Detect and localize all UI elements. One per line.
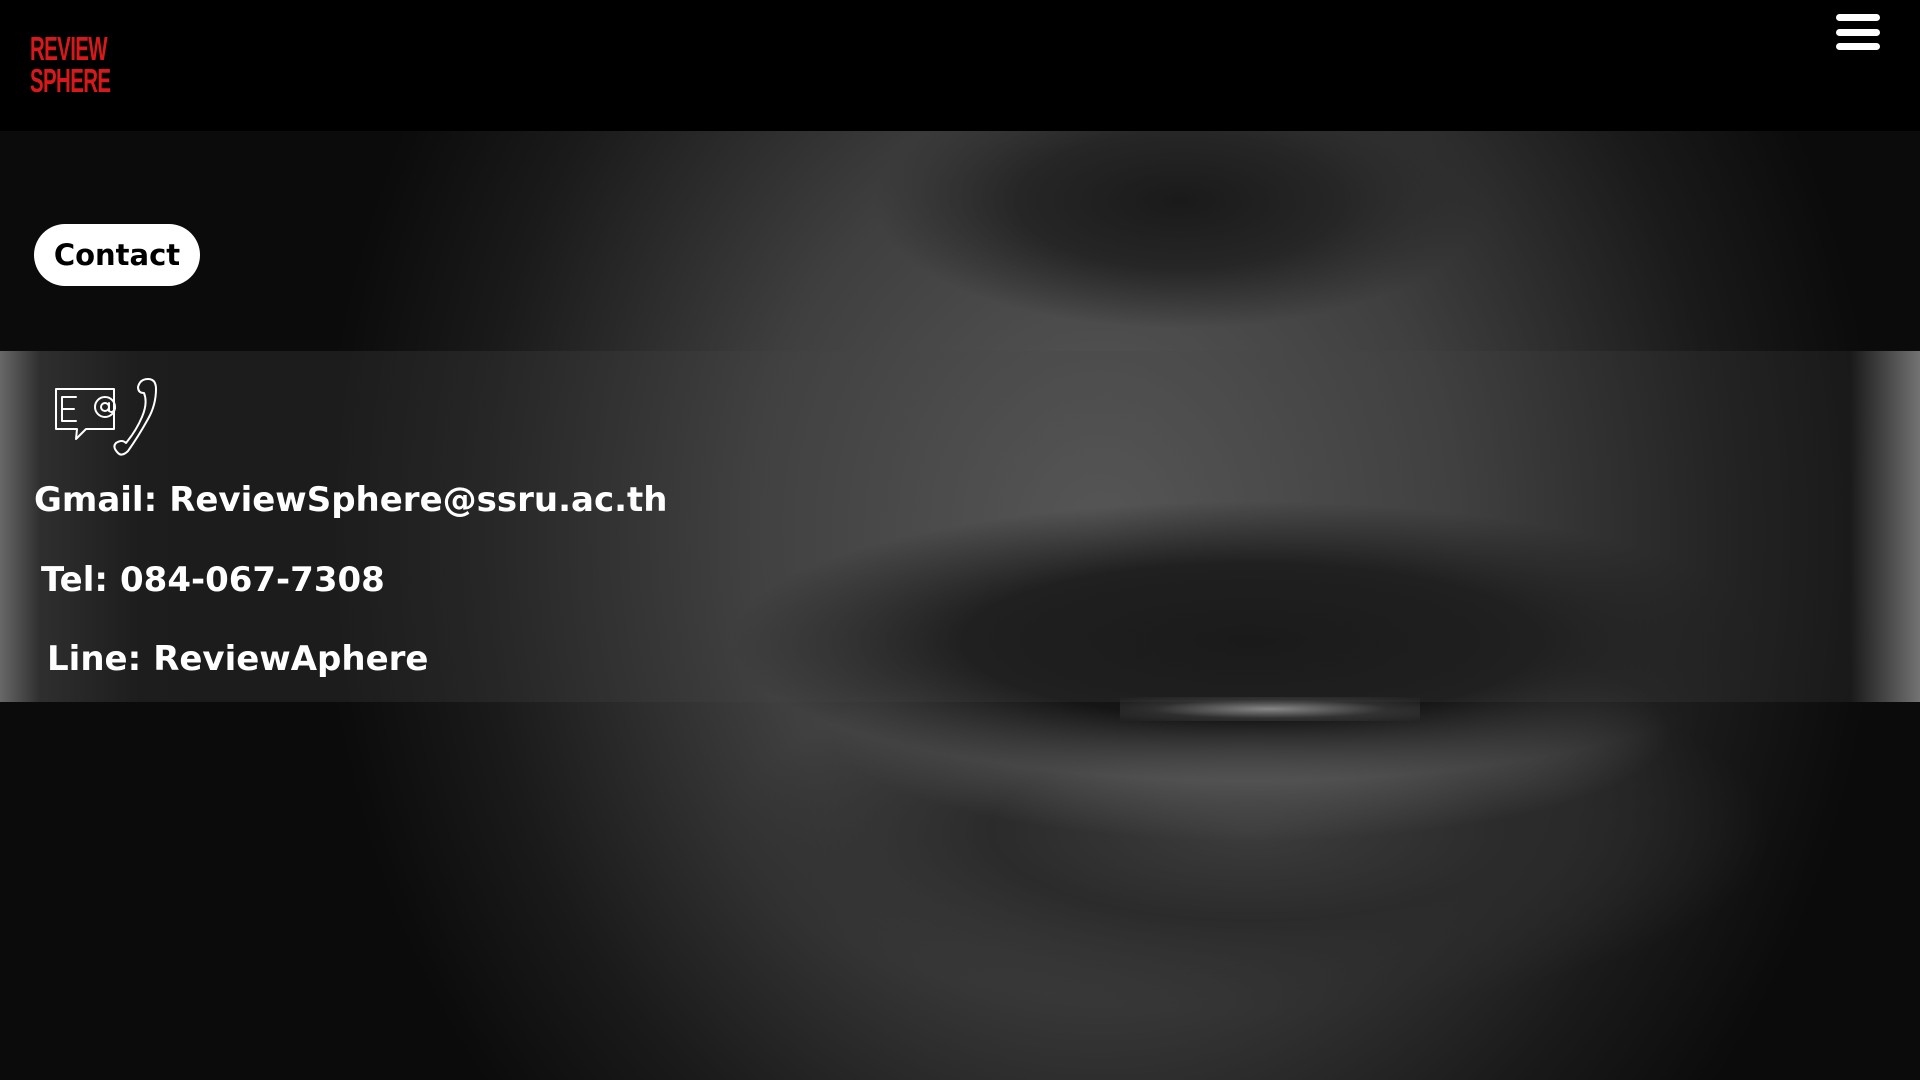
gmail-label: Gmail: [34,480,158,520]
gmail-value[interactable]: ReviewSphere@ssru.ac.th [169,480,667,520]
email-phone-icon [52,375,162,459]
hamburger-menu-icon[interactable] [1834,12,1882,52]
tel-label: Tel: [41,560,108,600]
logo-line-1: REVIEW [30,30,108,67]
contact-line: Line: ReviewAphere [47,639,428,679]
menu-bar [1836,14,1880,21]
logo[interactable]: REVIEW SPHERE [30,30,111,99]
line-value[interactable]: ReviewAphere [153,639,428,679]
contact-section-button[interactable]: Contact [34,224,200,286]
contact-gmail: Gmail: ReviewSphere@ssru.ac.th [34,480,667,520]
top-navbar: REVIEW SPHERE [0,0,1920,131]
menu-bar [1836,28,1880,36]
tel-value[interactable]: 084-067-7308 [120,560,385,600]
page: REVIEW SPHERE Contact Gmail: ReviewSphere… [0,0,1920,1080]
contact-tel: Tel: 084-067-7308 [41,560,385,600]
line-label: Line: [47,639,142,679]
menu-bar [1836,43,1880,50]
logo-line-2: SPHERE [30,62,111,99]
